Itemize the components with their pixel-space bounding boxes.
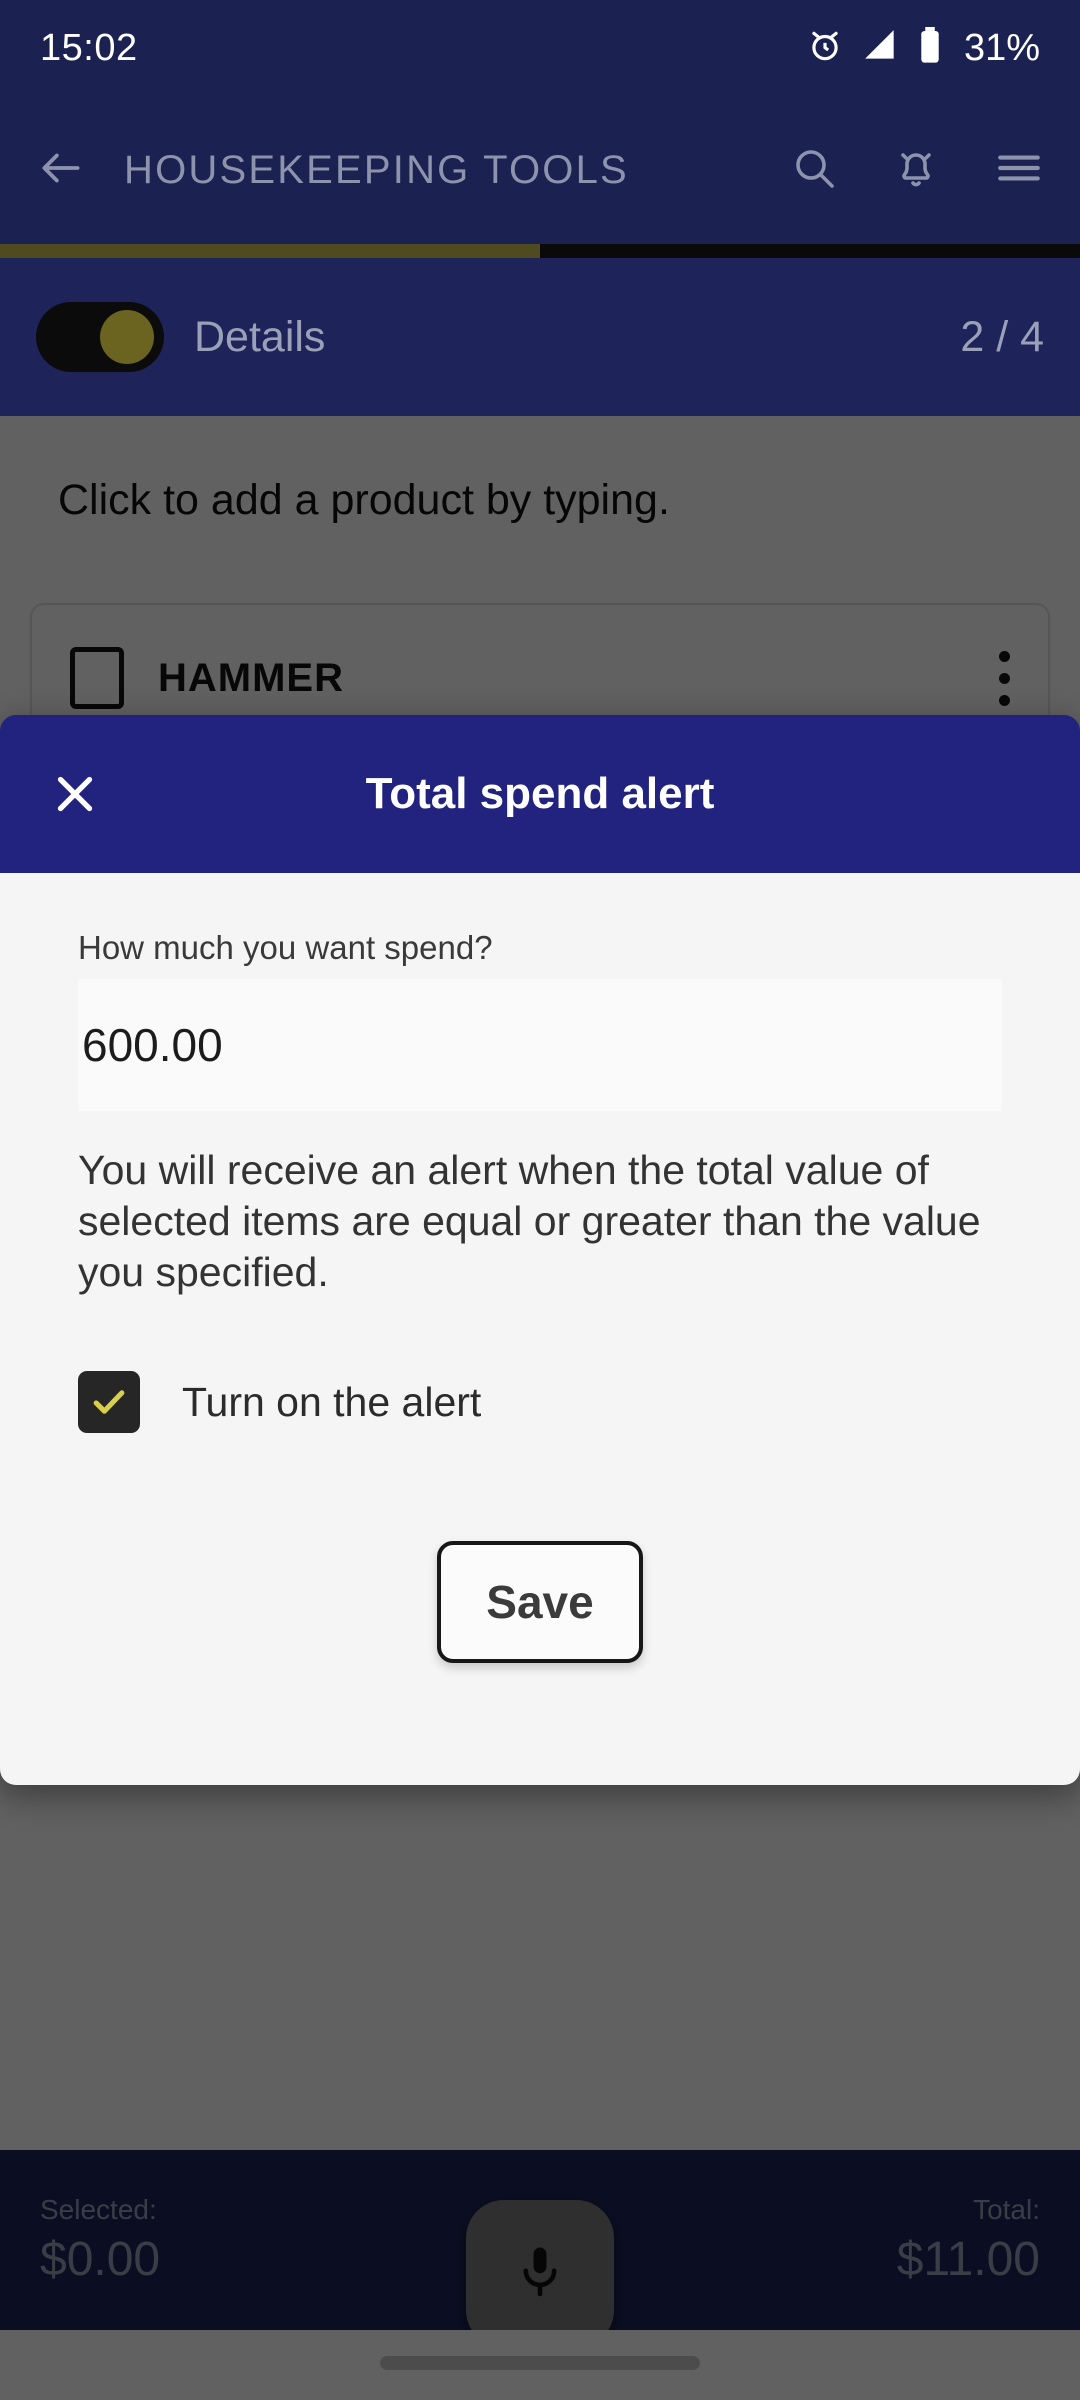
spend-amount-value: 600.00 [82, 1019, 223, 1071]
notification-bell-icon[interactable] [892, 144, 940, 197]
status-bar: 15:02 31% [0, 0, 1080, 96]
dialog-title: Total spend alert [365, 769, 715, 818]
details-label: Details [194, 312, 326, 361]
back-arrow-icon[interactable] [36, 143, 86, 198]
phone-screen: 15:02 31% HOUSEKEEPING TOOLS Details 2 /… [0, 0, 1080, 2400]
turn-on-alert-row[interactable]: Turn on the alert [78, 1371, 1002, 1434]
step-progress-bar [0, 244, 1080, 258]
app-bar: HOUSEKEEPING TOOLS [0, 96, 1080, 244]
details-toggle-switch[interactable] [36, 302, 164, 372]
battery-icon [918, 26, 942, 70]
spend-amount-input[interactable]: 600.00 [78, 979, 1002, 1111]
dialog-actions: Save [78, 1433, 1002, 1785]
dialog-body: How much you want spend? 600.00 You will… [0, 873, 1080, 1786]
alert-description: You will receive an alert when the total… [78, 1147, 981, 1295]
step-counter: 2 / 4 [960, 312, 1044, 361]
battery-percent-label: 31% [963, 26, 1040, 69]
details-bar: Details 2 / 4 [0, 258, 1080, 416]
turn-on-alert-checkbox[interactable] [78, 1371, 140, 1434]
total-spend-alert-dialog: Total spend alert How much you want spen… [0, 715, 1080, 1786]
close-icon[interactable] [46, 765, 104, 823]
status-bar-icons: 31% [806, 26, 1040, 70]
dialog-header: Total spend alert [0, 715, 1080, 873]
step-progress-fill [0, 244, 540, 258]
search-icon[interactable] [790, 144, 838, 197]
turn-on-alert-label: Turn on the alert [182, 1378, 482, 1425]
status-bar-clock: 15:02 [40, 26, 138, 69]
spend-amount-label: How much you want spend? [78, 929, 493, 966]
page-title: HOUSEKEEPING TOOLS [124, 147, 629, 192]
save-button[interactable]: Save [437, 1541, 643, 1664]
toggle-thumb [100, 310, 154, 364]
hamburger-menu-icon[interactable] [994, 143, 1044, 198]
app-bar-actions [790, 143, 1044, 198]
alarm-clock-icon [806, 27, 844, 70]
signal-icon [862, 27, 900, 70]
